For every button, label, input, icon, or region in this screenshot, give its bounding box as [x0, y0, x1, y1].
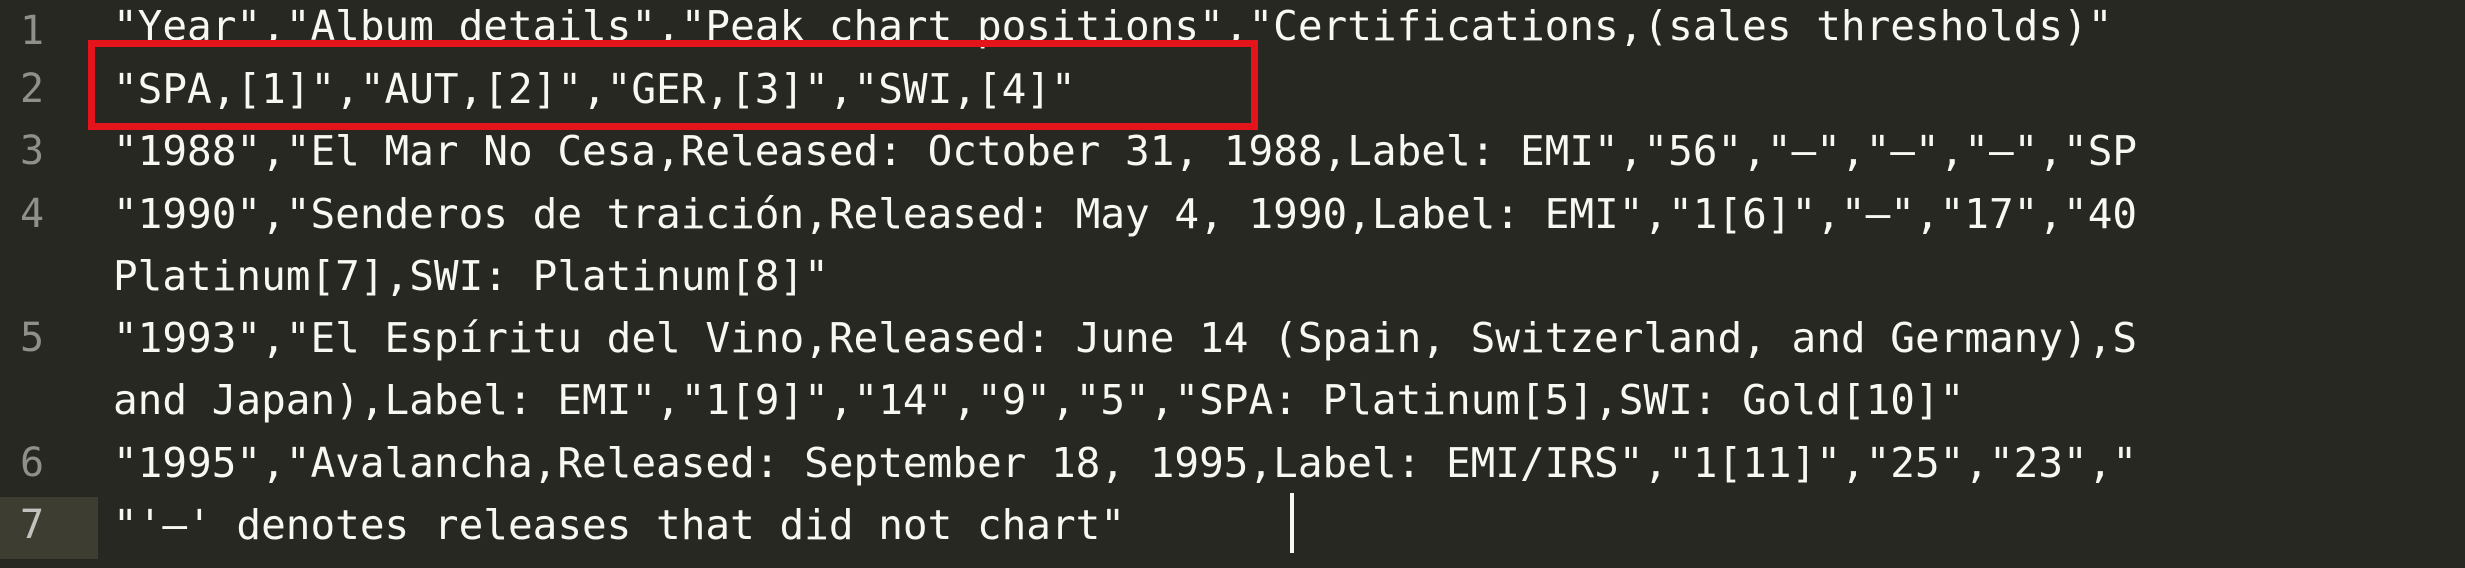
text-editor[interactable]: 1 2 3 4 5 6 7 "Year","Album details","Pe… [0, 0, 2465, 568]
line-number: 6 [20, 440, 45, 486]
code-line[interactable]: "1990","Senderos de traición,Released: M… [113, 183, 2465, 245]
line-number: 5 [20, 315, 45, 361]
code-line-wrapped[interactable]: Platinum[7],SWI: Platinum[8]" [113, 245, 2465, 307]
code-line[interactable]: "1993","El Espíritu del Vino,Released: J… [113, 307, 2465, 369]
line-number: 2 [20, 66, 45, 112]
line-number-gutter: 1 2 3 4 5 6 7 [0, 0, 98, 568]
code-line[interactable]: "'—' denotes releases that did not chart… [113, 494, 2465, 556]
code-line[interactable]: "1995","Avalancha,Released: September 18… [113, 432, 2465, 494]
line-number: 3 [20, 128, 45, 174]
code-line-wrapped[interactable]: and Japan),Label: EMI","1[9]","14","9","… [113, 369, 2465, 431]
line-number: 7 [20, 502, 45, 548]
line-number: 1 [20, 8, 45, 54]
line-number: 4 [20, 191, 45, 237]
text-cursor [1290, 493, 1294, 553]
highlight-annotation-box [88, 40, 1258, 130]
